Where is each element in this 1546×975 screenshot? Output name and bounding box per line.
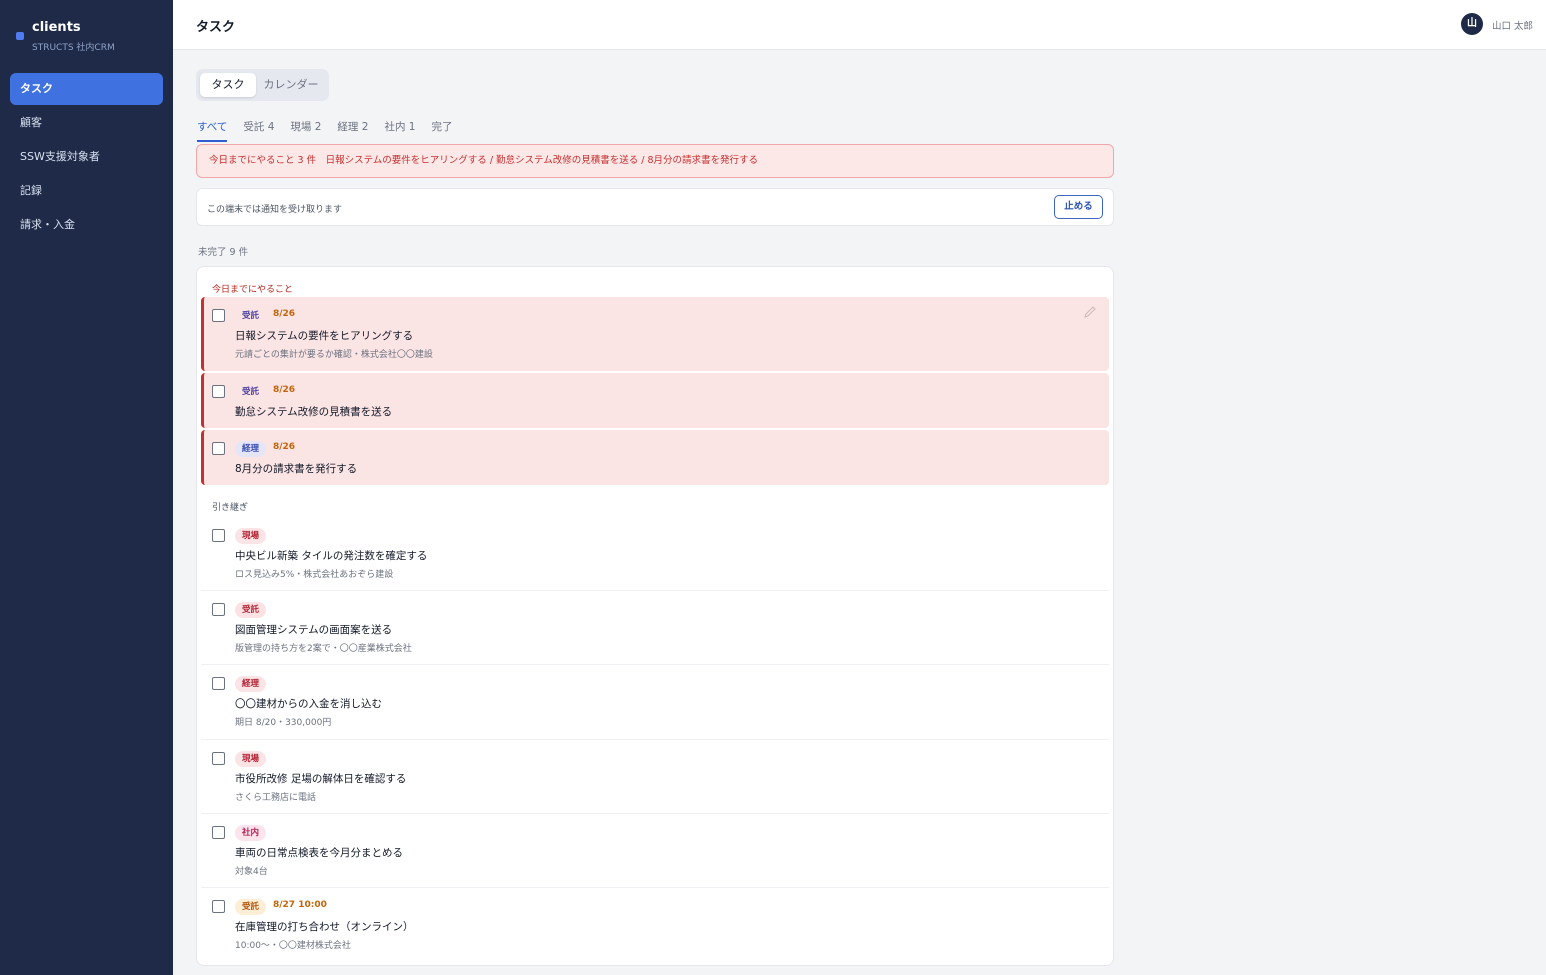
task-detail: 期日 8/20・330,000円 xyxy=(235,718,332,728)
task-row[interactable]: 受託 図面管理システムの画面案を送る 版管理の持ち方を2案で・〇〇産業株式会社 xyxy=(201,591,1109,665)
view-toggle: タスク カレンダー xyxy=(196,69,329,101)
task-row[interactable]: 受託 8/26 勤怠システム改修の見積書を送る xyxy=(201,373,1109,428)
task-row[interactable]: 社内 車両の日常点検表を今月分まとめる 対象4台 xyxy=(201,814,1109,888)
tab-tasks-view[interactable]: タスク xyxy=(200,73,256,97)
task-category-badge: 受託 xyxy=(242,311,260,321)
task-title: 8月分の請求書を発行する xyxy=(235,463,358,475)
task-category-badge: 社内 xyxy=(235,825,267,841)
task-detail: 元請ごとの集計が要るか確認・株式会社〇〇建設 xyxy=(235,350,433,360)
section-label-today: 今日までにやること xyxy=(212,285,294,295)
task-title: 図面管理システムの画面案を送る xyxy=(235,624,393,636)
incomplete-count: 未完了 9 件 xyxy=(198,247,249,258)
task-category-badge: 現場 xyxy=(235,528,267,544)
task-checkbox[interactable] xyxy=(212,603,225,616)
task-checkbox[interactable] xyxy=(212,677,225,690)
user-name[interactable]: 山口 太郎 xyxy=(1492,18,1533,32)
page-title: タスク xyxy=(196,20,236,35)
task-detail: さくら工務店に電話 xyxy=(235,793,317,803)
sidebar-nav: タスク 顧客 SSW支援対象者 記録 請求・入金 xyxy=(10,73,163,243)
filter-tab-keiri[interactable]: 経理 2 xyxy=(337,118,368,142)
notification-text: この端末では通知を受け取ります xyxy=(207,205,343,215)
task-title: 在庫管理の打ち合わせ（オンライン） xyxy=(235,921,414,933)
task-list-card: 今日までにやること 受託 8/26 日報システムの要件をヒアリングする 元請ごと… xyxy=(196,266,1114,966)
task-due-date: 8/26 xyxy=(273,442,296,452)
filter-tabs: すべて 受託 4 現場 2 経理 2 社内 1 完了 xyxy=(197,118,468,144)
filter-tab-jutaku[interactable]: 受託 4 xyxy=(243,118,274,142)
sidebar-item-ssw-support[interactable]: SSW支援対象者 xyxy=(10,141,163,173)
task-title: 市役所改修 足場の解体日を確認する xyxy=(235,773,407,785)
task-checkbox[interactable] xyxy=(212,529,225,542)
brand-name: clients xyxy=(32,20,81,35)
sidebar-item-tasks[interactable]: タスク xyxy=(10,73,163,105)
task-checkbox[interactable] xyxy=(212,385,225,398)
task-row[interactable]: 受託 8/27 10:00 在庫管理の打ち合わせ（オンライン） 10:00〜・〇… xyxy=(201,888,1109,962)
task-category-badge: 受託 xyxy=(235,899,267,915)
task-due-date: 8/26 xyxy=(273,309,296,319)
task-due-date: 8/26 xyxy=(273,385,296,395)
filter-tab-genba[interactable]: 現場 2 xyxy=(290,118,321,142)
brand-dot-icon xyxy=(16,32,24,40)
task-category-badge: 経理 xyxy=(235,441,267,457)
task-detail: 対象4台 xyxy=(235,867,268,877)
notification-bar: この端末では通知を受け取ります 止める xyxy=(196,188,1114,226)
task-checkbox[interactable] xyxy=(212,309,225,322)
task-row[interactable]: 受託 8/26 日報システムの要件をヒアリングする 元請ごとの集計が要るか確認・… xyxy=(201,297,1109,371)
section-label-carry-over: 引き継ぎ xyxy=(212,503,249,513)
task-row[interactable]: 経理 8/26 8月分の請求書を発行する xyxy=(201,430,1109,485)
task-title: 〇〇建材からの入金を消し込む xyxy=(235,698,382,710)
sidebar-item-records[interactable]: 記録 xyxy=(10,175,163,207)
task-checkbox[interactable] xyxy=(212,442,225,455)
task-title: 日報システムの要件をヒアリングする xyxy=(235,330,414,342)
task-category-badge: 現場 xyxy=(235,751,267,767)
filter-tab-all[interactable]: すべて xyxy=(197,118,228,142)
sidebar: clients STRUCTS 社内CRM タスク 顧客 SSW支援対象者 記録… xyxy=(0,0,173,975)
due-today-alert: 今日までにやること 3 件 日報システムの要件をヒアリングする / 勤怠システム… xyxy=(196,144,1114,178)
task-title: 中央ビル新築 タイルの発注数を確定する xyxy=(235,550,428,562)
task-category-badge: 受託 xyxy=(242,387,260,397)
task-checkbox[interactable] xyxy=(212,900,225,913)
task-detail: 10:00〜・〇〇建材株式会社 xyxy=(235,941,351,951)
task-title: 車両の日常点検表を今月分まとめる xyxy=(235,847,403,859)
filter-tab-done[interactable]: 完了 xyxy=(431,118,452,142)
task-detail: 版管理の持ち方を2案で・〇〇産業株式会社 xyxy=(235,644,412,654)
sidebar-item-customers[interactable]: 顧客 xyxy=(10,107,163,139)
task-category-badge: 経理 xyxy=(235,676,267,692)
task-due-date: 8/27 10:00 xyxy=(273,900,327,910)
stop-notifications-button[interactable]: 止める xyxy=(1054,195,1103,219)
task-category-badge: 受託 xyxy=(235,602,267,618)
task-row[interactable]: 現場 中央ビル新築 タイルの発注数を確定する ロス見込み5%・株式会社あおぞら建… xyxy=(201,517,1109,591)
pencil-icon[interactable] xyxy=(1083,305,1097,319)
task-title: 勤怠システム改修の見積書を送る xyxy=(235,406,393,418)
task-row[interactable]: 現場 市役所改修 足場の解体日を確認する さくら工務店に電話 xyxy=(201,740,1109,814)
tab-calendar-view[interactable]: カレンダー xyxy=(258,73,324,97)
task-row[interactable]: 経理 〇〇建材からの入金を消し込む 期日 8/20・330,000円 xyxy=(201,665,1109,740)
task-detail: ロス見込み5%・株式会社あおぞら建設 xyxy=(235,570,394,580)
top-bar: タスク 山 山口 太郎 xyxy=(173,0,1546,50)
avatar[interactable]: 山 xyxy=(1461,13,1483,35)
filter-tab-shanai[interactable]: 社内 1 xyxy=(384,118,415,142)
sidebar-item-billing[interactable]: 請求・入金 xyxy=(10,209,163,241)
task-checkbox[interactable] xyxy=(212,752,225,765)
task-checkbox[interactable] xyxy=(212,826,225,839)
brand-subtitle: STRUCTS 社内CRM xyxy=(32,43,115,53)
